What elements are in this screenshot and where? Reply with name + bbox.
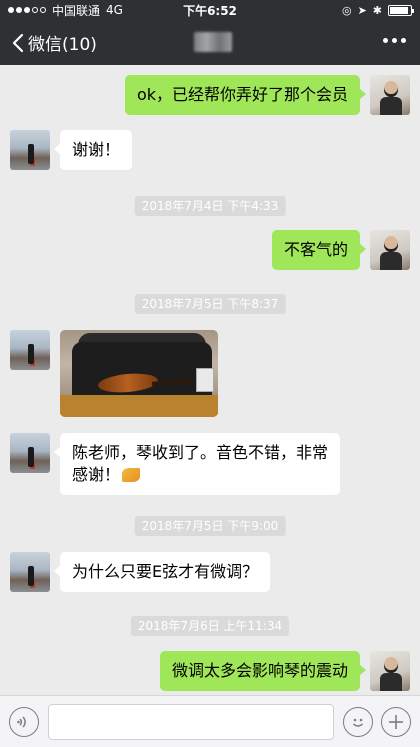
message-bubble-sent[interactable]: 不客气的 (271, 230, 367, 270)
contact-avatar[interactable] (10, 130, 50, 170)
more-options-button[interactable] (383, 32, 406, 49)
message-input[interactable] (48, 704, 334, 740)
back-label: 微信(10) (28, 35, 97, 55)
network-label: 4G (106, 3, 123, 17)
back-button[interactable]: 微信(10) (0, 30, 97, 55)
voice-input-button[interactable] (9, 707, 39, 737)
message-bubble-received[interactable]: 为什么只要E弦才有微调？ (53, 552, 271, 592)
my-avatar[interactable] (370, 230, 410, 270)
carrier-label: 中国联通 (52, 3, 101, 18)
clapping-hands-emoji (122, 468, 141, 482)
message-bubble-sent[interactable]: 微调太多会影响琴的震动 (159, 651, 367, 691)
signal-strength-icon (8, 7, 46, 13)
message-line: 感谢！ (72, 464, 328, 486)
box (196, 368, 214, 392)
my-avatar[interactable] (370, 651, 410, 691)
battery-icon (388, 4, 414, 16)
contact-avatar[interactable] (10, 433, 50, 473)
status-left: 中国联通 4G (8, 2, 123, 19)
chevron-left-icon (12, 33, 24, 52)
plus-icon (389, 715, 403, 729)
nav-bar: 微信(10) (0, 20, 420, 65)
floor (60, 395, 218, 417)
message-bubble-received[interactable]: 谢谢！ (53, 130, 133, 170)
my-avatar[interactable] (370, 75, 410, 115)
emoji-button[interactable] (343, 707, 373, 737)
message-bubble-sent[interactable]: ok，已经帮你弄好了那个会员 (124, 75, 367, 115)
input-bar (0, 695, 420, 747)
dot-icon (383, 38, 388, 43)
contact-avatar[interactable] (10, 552, 50, 592)
message-line: 陈老师，琴收到了。音色不错，非常 (72, 443, 329, 462)
more-plus-button[interactable] (381, 707, 411, 737)
timestamp: 2018年7月5日 下午9:00 (134, 516, 286, 536)
bluetooth-icon: ✱ (372, 3, 382, 17)
violin-case (72, 342, 212, 402)
dot-icon (392, 38, 397, 43)
status-bar: 中国联通 4G 下午6:52 ◎ ➤ ✱ (0, 0, 420, 20)
location-icon: ➤ (357, 3, 367, 17)
timestamp: 2018年7月6日 上午11:34 (130, 616, 290, 636)
orientation-lock-icon: ◎ (341, 3, 352, 17)
status-right: ◎ ➤ ✱ (341, 3, 414, 17)
message-bubble-received[interactable]: 陈老师，琴收到了。音色不错，非常 感谢！ (54, 433, 340, 495)
voice-icon (17, 716, 26, 728)
smiley-icon (353, 718, 363, 727)
dot-icon (401, 38, 406, 43)
chat-title-blurred (194, 32, 232, 52)
contact-avatar[interactable] (10, 330, 50, 370)
chat-area[interactable]: ok，已经帮你弄好了那个会员 谢谢！ 2018年7月4日 下午4:33 不客气的… (0, 65, 420, 695)
timestamp: 2018年7月5日 下午8:37 (134, 294, 286, 314)
image-message[interactable] (60, 330, 218, 417)
timestamp: 2018年7月4日 下午4:33 (134, 196, 286, 216)
